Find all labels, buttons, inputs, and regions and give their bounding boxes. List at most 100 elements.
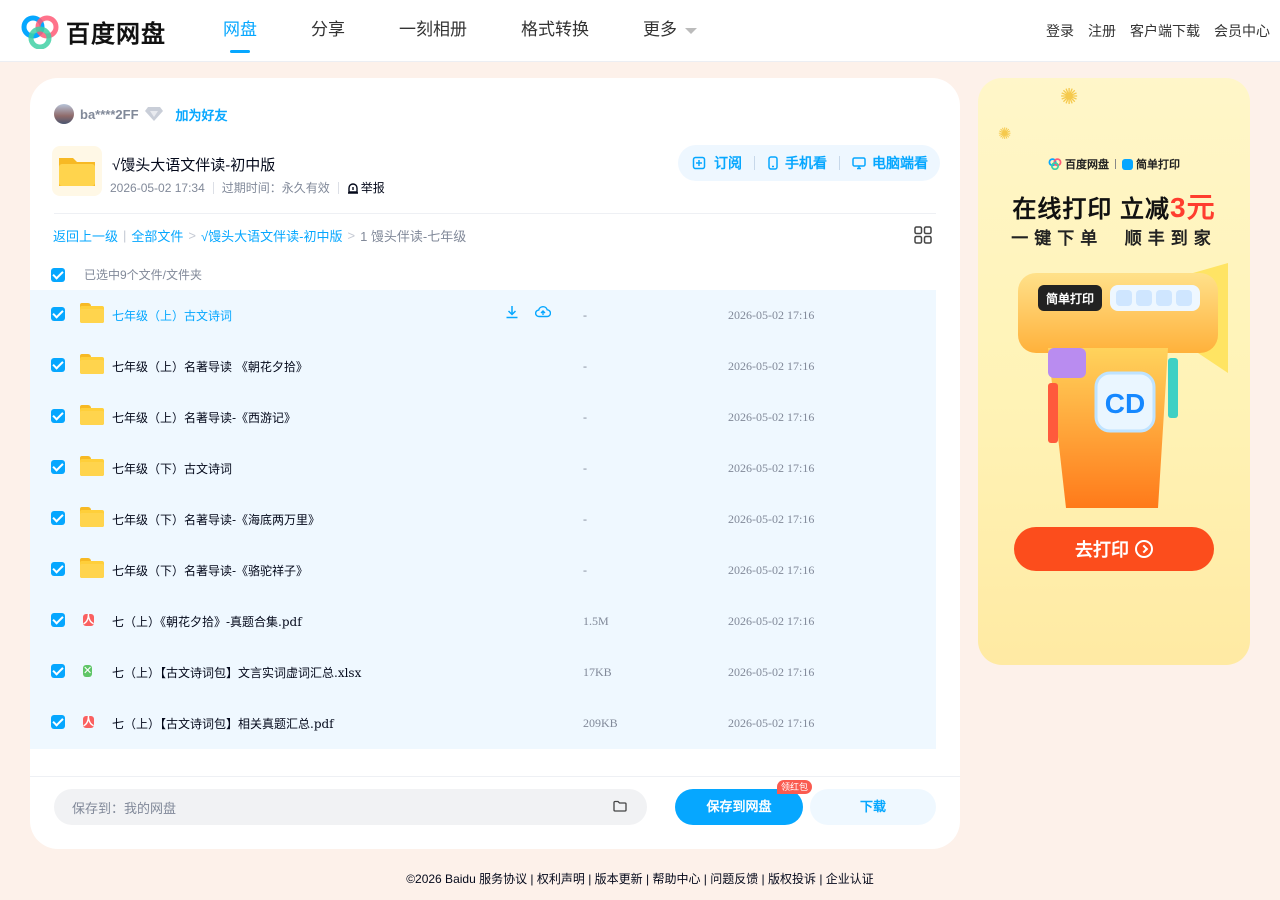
file-name[interactable]: 七年级（下）名著导读-《海底两万里》 xyxy=(112,511,320,528)
file-date: 2026-05-02 17:16 xyxy=(728,512,815,526)
file-date: 2026-05-02 17:16 xyxy=(728,308,815,322)
nav-more[interactable]: 更多 xyxy=(620,0,720,62)
file-name[interactable]: 七年级（上）古文诗词 xyxy=(112,307,232,324)
pc-view-button[interactable]: 电脑端看 xyxy=(852,153,928,173)
ad-brand-row: 百度网盘 简单打印 xyxy=(978,156,1250,172)
vip-center-link[interactable]: 会员中心 xyxy=(1214,21,1270,41)
file-name[interactable]: 七（上）《朝花夕拾》-真题合集.pdf xyxy=(112,613,302,630)
pc-view-label: 电脑端看 xyxy=(872,155,928,171)
back-link[interactable]: 返回上一级 xyxy=(53,226,118,245)
top-navigation-bar: 百度网盘 网盘 分享 一刻相册 格式转换 更多 登录 注册 客户端下载 会员中心 xyxy=(0,0,1280,62)
file-row[interactable]: 七年级（下）名著导读-《海底两万里》 - 2026-05-02 17:16 xyxy=(30,494,936,545)
row-checkbox[interactable] xyxy=(51,613,65,627)
file-name[interactable]: 七年级（下）古文诗词 xyxy=(112,460,232,477)
nav-photo-album-label: 一刻相册 xyxy=(399,20,467,39)
ad-subtitle: 一键下单 顺丰到家 xyxy=(1011,229,1217,248)
avatar[interactable] xyxy=(54,104,74,124)
file-row[interactable]: ✕ 七（上）【古文诗词包】文言实词虚词汇总.xlsx 17KB 2026-05-… xyxy=(30,647,936,698)
file-row[interactable]: 人 七（上）《朝花夕拾》-真题合集.pdf 1.5M 2026-05-02 17… xyxy=(30,596,936,647)
breadcrumb-all-files[interactable]: 全部文件 xyxy=(131,226,183,245)
share-meta: 2026-05-02 17:34 过期时间： 永久有效 举报 xyxy=(110,179,385,196)
file-row[interactable]: 人 七（上）【古文诗词包】相关真题汇总.pdf 209KB 2026-05-02… xyxy=(30,698,936,749)
divider xyxy=(754,156,755,170)
go-print-button[interactable]: 去打印 xyxy=(1014,527,1214,571)
report-button[interactable]: 举报 xyxy=(347,179,385,196)
ad-brand-b: 简单打印 xyxy=(1136,159,1180,171)
nav-photo-album[interactable]: 一刻相册 xyxy=(376,0,490,62)
subscribe-button[interactable]: 订阅 xyxy=(692,153,742,173)
printer-label: 简单打印 xyxy=(1046,291,1094,306)
diamond-icon xyxy=(144,107,163,121)
nav-netdisk[interactable]: 网盘 xyxy=(200,0,280,62)
row-checkbox[interactable] xyxy=(51,358,65,372)
row-checkbox[interactable] xyxy=(51,409,65,423)
mobile-view-button[interactable]: 手机看 xyxy=(767,153,827,173)
save-to-netdisk-button[interactable]: 保存到网盘 xyxy=(675,789,803,825)
subscribe-label: 订阅 xyxy=(714,155,742,171)
divider xyxy=(839,156,840,170)
owner-name[interactable]: ba****2FF xyxy=(80,107,139,122)
row-checkbox[interactable] xyxy=(51,511,65,525)
share-title: √馒头大语文伴读-初中版 xyxy=(112,157,276,174)
divider xyxy=(212,181,214,194)
file-list: 七年级（上）古文诗词 - 2026-05-02 17:16 七年级（上）名著导读… xyxy=(30,290,936,749)
share-owner: ba****2FF 加为好友 xyxy=(54,104,228,124)
arrow-right-circle-icon xyxy=(1135,540,1153,558)
footer: ©2026 Baidu 服务协议 | 权利声明 | 版本更新 | 帮助中心 | … xyxy=(406,872,874,886)
nav-netdisk-label: 网盘 xyxy=(223,20,257,39)
divider xyxy=(30,776,960,777)
cloud-logo-icon xyxy=(21,15,59,49)
client-download-link[interactable]: 客户端下载 xyxy=(1130,21,1200,41)
file-name[interactable]: 七年级（上）名著导读-《西游记》 xyxy=(112,409,296,426)
file-name[interactable]: 七（上）【古文诗词包】相关真题汇总.pdf xyxy=(112,715,334,732)
folder-icon xyxy=(80,354,104,376)
nav-share[interactable]: 分享 xyxy=(288,0,368,62)
row-checkbox[interactable] xyxy=(51,664,65,678)
file-name[interactable]: 七（上）【古文诗词包】文言实词虚词汇总.xlsx xyxy=(112,664,361,681)
ad-title-highlight: 3元 xyxy=(1170,192,1216,223)
row-actions xyxy=(505,305,567,324)
select-all-checkbox[interactable] xyxy=(51,267,65,282)
breadcrumb-separator: > xyxy=(347,228,356,243)
download-button[interactable]: 下载 xyxy=(810,789,936,825)
baidu-netdisk-logo[interactable]: 百度网盘 xyxy=(20,14,166,49)
ad-title-prefix: 在线打印 立减 xyxy=(1012,196,1171,223)
save-path-field[interactable]: 保存到：我的网盘 xyxy=(54,789,647,825)
divider xyxy=(54,213,936,214)
folder-picker-icon[interactable] xyxy=(613,800,627,812)
file-row[interactable]: 七年级（下）名著导读-《骆驼祥子》 - 2026-05-02 17:16 xyxy=(30,545,936,596)
file-date: 2026-05-02 17:16 xyxy=(728,614,815,628)
row-checkbox[interactable] xyxy=(51,307,65,321)
folder-icon xyxy=(80,303,104,325)
main-nav: 网盘 分享 一刻相册 格式转换 更多 xyxy=(200,0,728,62)
download-icon[interactable] xyxy=(505,305,519,324)
file-date: 2026-05-02 17:16 xyxy=(728,665,815,679)
breadcrumb: 返回上一级 | 全部文件 > √馒头大语文伴读-初中版 > 1 馒头伴读-七年级 xyxy=(53,226,466,245)
file-row[interactable]: 七年级（上）名著导读-《西游记》 - 2026-05-02 17:16 xyxy=(30,392,936,443)
breadcrumb-parent[interactable]: √馒头大语文伴读-初中版 xyxy=(201,226,342,245)
file-row[interactable]: 七年级（下）古文诗词 - 2026-05-02 17:16 xyxy=(30,443,936,494)
file-date: 2026-05-02 17:16 xyxy=(728,410,815,424)
register-link[interactable]: 注册 xyxy=(1088,21,1116,41)
row-checkbox[interactable] xyxy=(51,715,65,729)
print-ad-banner[interactable]: ✺ ✺ 百度网盘 简单打印 在线打印 立减3元 一键下单 顺丰到家 简单打印 C… xyxy=(978,78,1250,665)
file-row[interactable]: 七年级（上）名著导读 《朝花夕拾》 - 2026-05-02 17:16 xyxy=(30,341,936,392)
file-name[interactable]: 七年级（上）名著导读 《朝花夕拾》 xyxy=(112,358,308,375)
folder-icon xyxy=(80,507,104,529)
row-checkbox[interactable] xyxy=(51,460,65,474)
file-size: 17KB xyxy=(583,665,612,679)
file-row[interactable]: 七年级（上）古文诗词 - 2026-05-02 17:16 xyxy=(30,290,936,341)
nav-share-label: 分享 xyxy=(311,20,345,39)
save-cloud-icon[interactable] xyxy=(534,305,552,324)
login-link[interactable]: 登录 xyxy=(1046,21,1074,41)
folder-icon xyxy=(80,405,104,427)
add-friend-link[interactable]: 加为好友 xyxy=(176,105,228,124)
grid-view-icon[interactable] xyxy=(914,226,932,244)
row-checkbox[interactable] xyxy=(51,562,65,576)
file-size: - xyxy=(583,410,587,424)
printer-illustration: 简单打印 CD xyxy=(1018,263,1228,508)
file-name[interactable]: 七年级（下）名著导读-《骆驼祥子》 xyxy=(112,562,308,579)
subscribe-icon xyxy=(692,156,706,170)
nav-format-convert-label: 格式转换 xyxy=(521,20,589,39)
nav-format-convert[interactable]: 格式转换 xyxy=(498,0,612,62)
